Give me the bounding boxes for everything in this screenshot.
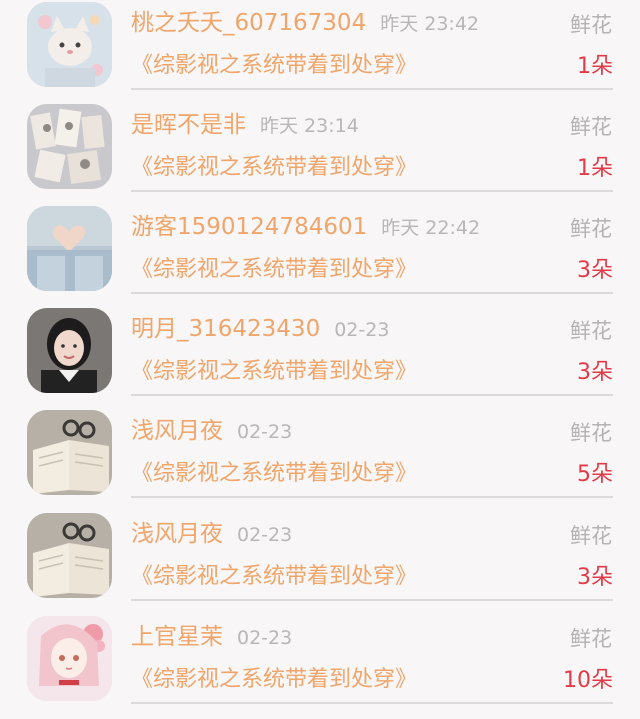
sender-name[interactable]: 浅风月夜 02-23 bbox=[131, 416, 292, 447]
book-title[interactable]: 《综影视之系统带着到处穿》 bbox=[131, 561, 417, 593]
gift-time: 02-23 bbox=[237, 421, 293, 443]
gift-time: 昨天 22:42 bbox=[381, 217, 481, 239]
gift-row[interactable]: 桃之夭夭_607167304 昨天 23:42 鲜花 《综影视之系统带着到处穿》 … bbox=[0, 2, 640, 105]
gift-time: 02-23 bbox=[237, 627, 293, 649]
sender-name[interactable]: 浅风月夜 02-23 bbox=[131, 519, 292, 550]
row-divider bbox=[131, 292, 613, 294]
heart-hands-avatar-icon[interactable] bbox=[27, 206, 112, 291]
gift-count: 3朵 bbox=[577, 360, 613, 385]
girl-portrait-avatar-icon[interactable] bbox=[27, 308, 112, 393]
book-title[interactable]: 《综影视之系统带着到处穿》 bbox=[131, 254, 417, 286]
open-book-avatar-icon[interactable] bbox=[27, 513, 112, 598]
gift-row[interactable]: 游客1590124784601 昨天 22:42 鲜花 《综影视之系统带着到处穿》… bbox=[0, 206, 640, 309]
gift-type: 鲜花 bbox=[570, 421, 612, 445]
book-title[interactable]: 《综影视之系统带着到处穿》 bbox=[131, 664, 417, 696]
gift-row[interactable]: 是晖不是非 昨天 23:14 鲜花 《综影视之系统带着到处穿》 1朵 bbox=[0, 104, 640, 207]
sender-name[interactable]: 上官星茉 02-23 bbox=[131, 622, 292, 653]
gift-row[interactable]: 上官星茉 02-23 鲜花 《综影视之系统带着到处穿》 10朵 bbox=[0, 616, 640, 719]
gift-list: 桃之夭夭_607167304 昨天 23:42 鲜花 《综影视之系统带着到处穿》 … bbox=[0, 0, 640, 707]
gift-count: 1朵 bbox=[577, 156, 613, 181]
gift-type: 鲜花 bbox=[570, 627, 612, 651]
gift-type: 鲜花 bbox=[570, 524, 612, 548]
sender-name[interactable]: 桃之夭夭_607167304 昨天 23:42 bbox=[131, 8, 479, 39]
book-title[interactable]: 《综影视之系统带着到处穿》 bbox=[131, 50, 417, 82]
gift-type: 鲜花 bbox=[570, 217, 612, 241]
gift-count: 10朵 bbox=[563, 668, 613, 693]
book-title[interactable]: 《综影视之系统带着到处穿》 bbox=[131, 356, 417, 388]
book-title[interactable]: 《综影视之系统带着到处穿》 bbox=[131, 152, 417, 184]
gift-count: 5朵 bbox=[577, 462, 613, 487]
gift-type: 鲜花 bbox=[570, 13, 612, 37]
row-divider bbox=[131, 599, 613, 601]
gift-row[interactable]: 浅风月夜 02-23 鲜花 《综影视之系统带着到处穿》 3朵 bbox=[0, 513, 640, 616]
gift-row[interactable]: 浅风月夜 02-23 鲜花 《综影视之系统带着到处穿》 5朵 bbox=[0, 410, 640, 513]
gift-time: 昨天 23:42 bbox=[380, 13, 479, 35]
gift-row[interactable]: 明月_316423430 02-23 鲜花 《综影视之系统带着到处穿》 3朵 bbox=[0, 308, 640, 411]
gift-time: 02-23 bbox=[237, 524, 293, 546]
open-book-avatar-icon[interactable] bbox=[27, 410, 112, 495]
gift-count: 3朵 bbox=[577, 565, 613, 590]
row-divider bbox=[131, 394, 613, 396]
sender-name[interactable]: 明月_316423430 02-23 bbox=[131, 314, 389, 345]
row-divider bbox=[131, 702, 613, 704]
gift-count: 3朵 bbox=[577, 258, 613, 283]
row-divider bbox=[131, 88, 613, 90]
cat-avatar-icon[interactable] bbox=[27, 2, 112, 87]
gift-count: 1朵 bbox=[577, 54, 613, 79]
collage-avatar-icon[interactable] bbox=[27, 104, 112, 189]
gift-time: 昨天 23:14 bbox=[260, 115, 359, 137]
gift-type: 鲜花 bbox=[570, 115, 612, 139]
row-divider bbox=[131, 496, 613, 498]
gift-time: 02-23 bbox=[334, 319, 390, 341]
row-divider bbox=[131, 190, 613, 192]
book-title[interactable]: 《综影视之系统带着到处穿》 bbox=[131, 458, 417, 490]
gift-type: 鲜花 bbox=[570, 319, 612, 343]
sender-name[interactable]: 游客1590124784601 昨天 22:42 bbox=[131, 212, 480, 243]
anime-girl-avatar-icon[interactable] bbox=[27, 616, 112, 701]
sender-name[interactable]: 是晖不是非 昨天 23:14 bbox=[131, 110, 359, 141]
